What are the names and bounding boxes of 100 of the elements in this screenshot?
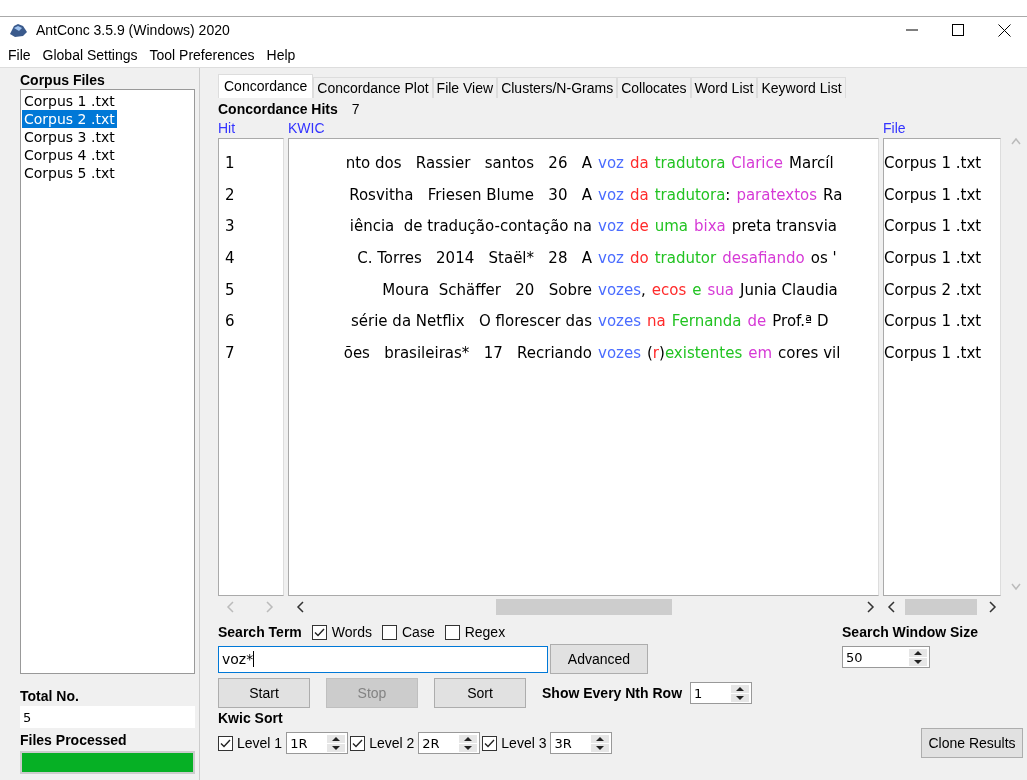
spin-arrows-icon[interactable]	[459, 734, 478, 752]
hit-number: 2	[225, 185, 235, 204]
action-button[interactable]: Sort	[434, 678, 526, 708]
scroll-right-icon[interactable]	[987, 601, 997, 613]
column-header[interactable]: KWIC	[288, 120, 325, 138]
column-header[interactable]: Hit	[218, 120, 236, 138]
left-context: nto dos Rassier santos 26 A	[344, 153, 592, 172]
tab[interactable]: Concordance Plot	[313, 77, 433, 98]
kwic-word: Clarice	[730, 153, 783, 172]
kwic-word: da	[628, 185, 649, 204]
right-context: Ra	[822, 185, 843, 204]
kwic-word: bixa	[693, 217, 726, 236]
kwic-word: r	[652, 343, 659, 362]
right-context: Junia Claudia	[738, 280, 838, 299]
total-label: Total No.	[20, 688, 80, 704]
action-button[interactable]: Start	[218, 678, 310, 708]
checkbox[interactable]	[482, 735, 498, 751]
kwic-word: ecos	[650, 280, 687, 299]
window-title: AntConc 3.5.9 (Windows) 2020	[36, 22, 231, 38]
file-item[interactable]: Corpus 4 .txt	[22, 146, 117, 164]
checkbox[interactable]	[444, 624, 460, 640]
level-label: Level 1	[237, 735, 283, 751]
tab[interactable]: Word List	[690, 77, 758, 98]
close-icon[interactable]	[997, 23, 1011, 37]
spin-arrows-icon[interactable]	[909, 648, 928, 666]
level-spinner[interactable]: 3R	[550, 732, 613, 754]
file-name: Corpus 1 .txt	[884, 153, 982, 172]
file-name: Corpus 1 .txt	[884, 185, 982, 204]
right-context: os '	[809, 248, 837, 267]
menu-item[interactable]: Help	[260, 47, 302, 63]
column-header[interactable]: File	[883, 120, 906, 138]
file-name: Corpus 1 .txt	[884, 312, 982, 331]
checkbox[interactable]	[382, 624, 397, 640]
left-context: iência de tradução-contação na	[348, 217, 592, 236]
kwic-word: :	[725, 185, 731, 204]
kwic-word: tradutora	[653, 153, 726, 172]
kwic-word: e	[691, 280, 702, 299]
file-item[interactable]: Corpus 5 .txt	[22, 164, 117, 182]
right-context: Prof.ª D	[771, 312, 829, 331]
window-size-label: Search Window Size	[842, 624, 979, 640]
checkbox-label: Case	[402, 624, 435, 640]
menu-item[interactable]: File	[2, 47, 37, 63]
file-item[interactable]: Corpus 2 .txt	[22, 110, 117, 128]
hit-number: 7	[225, 343, 235, 362]
kwic-word: de	[628, 217, 649, 236]
right-context: preta transvia	[730, 217, 837, 236]
window-size-spinner[interactable]: 50	[842, 646, 931, 668]
maximize-icon[interactable]	[952, 24, 964, 36]
kwic-word: vozes	[597, 280, 641, 299]
kwic-word: voz	[597, 153, 624, 172]
scroll-left-icon[interactable]	[887, 601, 897, 613]
hit-number: 4	[225, 248, 235, 267]
scrollbar-thumb[interactable]	[496, 599, 672, 615]
tab[interactable]: Clusters/N-Grams	[497, 77, 618, 98]
tab[interactable]: Keyword List	[757, 77, 846, 98]
checkbox[interactable]	[350, 735, 366, 751]
scroll-left-icon[interactable]	[296, 601, 306, 613]
scrollbar-thumb[interactable]	[905, 599, 977, 615]
hit-number: 1	[225, 153, 235, 172]
level-label: Level 2	[369, 735, 415, 751]
tab[interactable]: Collocates	[617, 77, 691, 98]
hits-label: Concordance Hits	[218, 101, 338, 117]
kwic-word: vozes	[597, 312, 641, 331]
kwic-word: existentes	[664, 343, 743, 362]
checkbox[interactable]	[311, 624, 327, 640]
kwic-word: voz	[597, 248, 624, 267]
kwic-word: voz	[597, 217, 624, 236]
panel-title: Corpus Files	[20, 72, 106, 88]
file-item[interactable]: Corpus 1 .txt	[22, 92, 117, 110]
kwic-word: )	[659, 343, 665, 362]
advanced-button[interactable]: Advanced	[550, 644, 648, 674]
level-spinner[interactable]: 2R	[418, 732, 481, 754]
menu-item[interactable]: Global Settings	[36, 47, 144, 63]
spin-arrows-icon[interactable]	[591, 734, 610, 752]
spin-arrows-icon[interactable]	[327, 734, 346, 752]
app-icon	[8, 22, 28, 38]
hits-count: 7	[351, 101, 360, 117]
search-field[interactable]: voz*	[218, 645, 548, 673]
tab[interactable]: File View	[432, 77, 498, 98]
clone-results-button[interactable]: Clone Results	[921, 728, 1023, 758]
level-spinner[interactable]: 1R	[286, 732, 349, 754]
kwic-sort-label: Kwic Sort	[218, 710, 283, 726]
file-name: Corpus 1 .txt	[884, 248, 982, 267]
tab[interactable]: Concordance	[218, 74, 314, 98]
level-label: Level 3	[501, 735, 547, 751]
menu-item[interactable]: Tool Preferences	[143, 47, 261, 63]
kwic-word: sua	[706, 280, 734, 299]
hit-number: 5	[225, 280, 235, 299]
checkbox-label: Words	[331, 624, 372, 640]
spin-arrows-icon[interactable]	[731, 684, 750, 702]
kwic-word: uma	[653, 217, 688, 236]
kwic-word: tradutora	[653, 185, 726, 204]
nth-row-spinner[interactable]: 1	[690, 682, 753, 704]
checkbox[interactable]	[218, 735, 233, 751]
file-item[interactable]: Corpus 3 .txt	[22, 128, 117, 146]
kwic-word: desafiando	[721, 248, 805, 267]
kwic-word: Fernanda	[670, 312, 742, 331]
kwic-word: paratextos	[735, 185, 818, 204]
left-context: Rosvitha Friesen Blume 30 A	[348, 185, 592, 204]
scroll-right-icon[interactable]	[865, 601, 875, 613]
